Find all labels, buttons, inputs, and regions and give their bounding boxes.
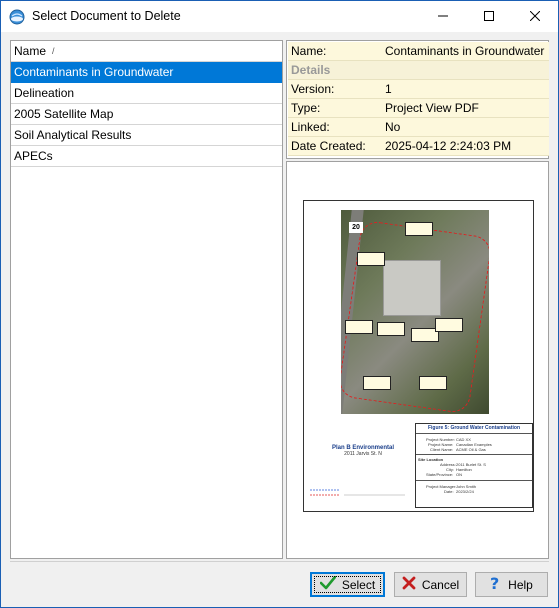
property-value: No — [385, 120, 401, 134]
select-button[interactable]: Select — [310, 572, 385, 597]
property-row-date[interactable]: Date Created: 2025-04-12 2:24:03 PM — [288, 137, 549, 156]
company-address: 2011 Jarvis St. N — [344, 451, 382, 457]
sample-label — [357, 252, 385, 266]
property-row-type[interactable]: Type: Project View PDF — [288, 99, 549, 118]
svg-text:?: ? — [490, 575, 499, 591]
cancel-button-label: Cancel — [421, 577, 460, 592]
tb-label: State/Province: — [426, 472, 454, 477]
details-panel: Name: Contaminants in Groundwater Detail… — [286, 40, 549, 559]
cancel-button[interactable]: Cancel — [394, 572, 467, 597]
close-button[interactable] — [512, 1, 558, 32]
property-row-version[interactable]: Version: 1 — [288, 80, 549, 99]
button-bar-divider — [10, 561, 549, 562]
divider — [416, 454, 532, 455]
tb-label: Date: — [444, 489, 454, 494]
list-item-label: APECs — [14, 149, 53, 163]
close-icon — [529, 10, 541, 24]
window-title: Select Document to Delete — [32, 9, 181, 23]
sample-label — [419, 376, 447, 390]
property-key: Linked: — [291, 120, 330, 134]
question-mark-icon: ? — [490, 574, 502, 594]
sample-label — [345, 320, 373, 334]
property-grid: Name: Contaminants in Groundwater Detail… — [286, 40, 549, 159]
tb-label: Client Name: — [430, 447, 454, 452]
list-item-label: Contaminants in Groundwater — [14, 65, 174, 79]
tb-value: ON — [456, 472, 462, 477]
help-button-label: Help — [508, 577, 533, 592]
sort-indicator-icon: / — [52, 46, 55, 56]
focus-ring — [314, 576, 381, 593]
name-column-label: Name — [14, 44, 47, 58]
maximize-icon — [484, 10, 494, 24]
title-bar[interactable]: Select Document to Delete — [1, 1, 558, 32]
property-value: Project View PDF — [385, 101, 479, 115]
divider — [416, 480, 532, 481]
list-item[interactable]: Soil Analytical Results — [11, 125, 282, 146]
property-value: Contaminants in Groundwater — [385, 44, 545, 58]
list-item[interactable]: APECs — [11, 146, 282, 167]
document-preview: 20 Plan B Environmental 2011 Jarvis St. … — [286, 161, 549, 559]
details-section-header: Details — [288, 61, 549, 80]
property-row-linked[interactable]: Linked: No — [288, 118, 549, 137]
section-label: Details — [291, 63, 331, 77]
legend-lines — [310, 489, 405, 496]
list-item[interactable]: Delineation — [11, 83, 282, 104]
name-column-header[interactable]: Name / — [11, 41, 282, 62]
sample-label — [363, 376, 391, 390]
property-key: Name: — [291, 44, 327, 58]
x-icon — [402, 576, 416, 593]
figure-title: Figure 5: Ground Water Contamination — [427, 425, 521, 431]
sample-label — [435, 318, 463, 332]
property-value: 1 — [385, 82, 392, 96]
help-button[interactable]: ? Help — [475, 572, 548, 597]
map-number: 20 — [349, 222, 363, 233]
tb-value: ACME Oil & Gas — [456, 447, 486, 452]
property-key: Version: — [291, 82, 335, 96]
property-key: Date Created: — [291, 139, 366, 153]
list-item-label: Delineation — [14, 86, 75, 100]
preview-page: 20 Plan B Environmental 2011 Jarvis St. … — [303, 200, 534, 512]
property-value: 2025-04-12 2:24:03 PM — [385, 139, 512, 153]
dialog-window: Select Document to Delete Name / Contami… — [0, 0, 559, 608]
minimize-button[interactable] — [420, 1, 466, 32]
maximize-button[interactable] — [466, 1, 512, 32]
sample-label — [405, 222, 433, 236]
list-item-label: Soil Analytical Results — [14, 128, 132, 142]
globe-icon — [9, 9, 25, 25]
minimize-icon — [438, 10, 448, 24]
divider — [416, 433, 532, 434]
title-block: Figure 5: Ground Water Contamination Pro… — [415, 423, 533, 508]
list-item[interactable]: Contaminants in Groundwater — [11, 62, 282, 83]
list-item[interactable]: 2005 Satellite Map — [11, 104, 282, 125]
sample-label — [377, 322, 405, 336]
property-row-name[interactable]: Name: Contaminants in Groundwater — [288, 42, 549, 61]
company-block: Plan B Environmental 2011 Jarvis St. N — [318, 445, 408, 457]
list-item-label: 2005 Satellite Map — [14, 107, 114, 121]
tb-value: 2023/2/24 — [456, 489, 474, 494]
satellite-map-thumbnail: 20 — [341, 210, 489, 414]
property-key: Type: — [291, 101, 321, 115]
document-list[interactable]: Name / Contaminants in Groundwater Delin… — [10, 40, 283, 559]
